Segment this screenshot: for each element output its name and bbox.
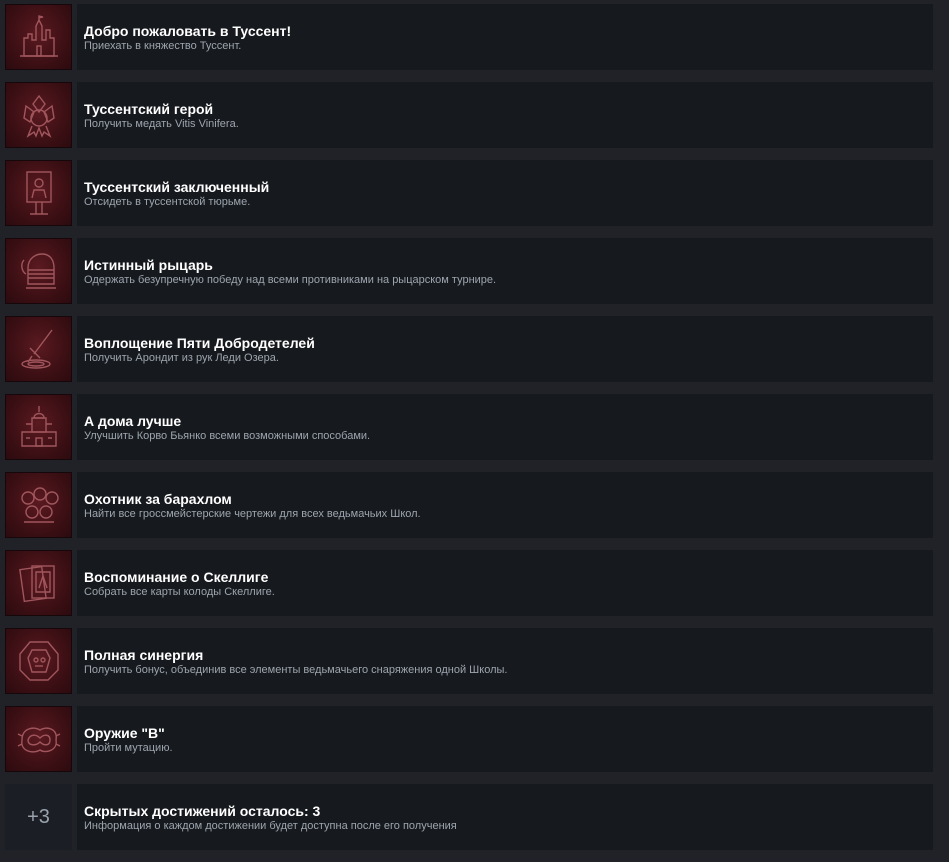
achievement-row: Охотник за барахлом Найти все гроссмейст… xyxy=(0,472,949,538)
villa-icon xyxy=(20,406,57,447)
achievement-icon-box xyxy=(5,82,72,148)
achievement-title: Туссентский заключенный xyxy=(84,179,270,195)
achievement-text: Полная синергия Получить бонус, объедини… xyxy=(77,628,933,694)
achievement-icon-box xyxy=(5,238,72,304)
hidden-count-box: +3 xyxy=(5,784,72,850)
achievement-description: Получить Арондит из рук Леди Озера. xyxy=(84,352,279,364)
achievement-description: Одержать безупречную победу над всеми пр… xyxy=(84,274,497,286)
achievement-description: Получить медать Vitis Vinifera. xyxy=(84,118,239,130)
castle-icon xyxy=(19,15,58,57)
achievement-title: Оружие "В" xyxy=(84,725,165,741)
achievement-title: Воспоминание о Скеллиге xyxy=(84,569,269,585)
sword-in-lake-icon xyxy=(20,329,53,369)
achievement-description: Пройти мутацию. xyxy=(84,742,173,754)
scrolls-icon xyxy=(20,487,59,523)
achievement-title: Добро пожаловать в Туссент! xyxy=(84,23,292,39)
achievement-text: Оружие "В" Пройти мутацию. xyxy=(77,706,933,772)
achievements-list: Добро пожаловать в Туссент! Приехать в к… xyxy=(0,0,949,862)
achievement-icon-box xyxy=(5,394,72,460)
achievement-icon-box xyxy=(5,316,72,382)
achievement-title: Полная синергия xyxy=(84,647,204,663)
achievement-row: Воспоминание о Скеллиге Собрать все карт… xyxy=(0,550,949,616)
achievement-icon-box xyxy=(5,628,72,694)
achievement-row: Оружие "В" Пройти мутацию. xyxy=(0,706,949,772)
knight-helmet-icon xyxy=(20,253,56,289)
achievement-description: Улучшить Корво Бьянко всеми возможными с… xyxy=(84,430,371,442)
achievement-icon-box xyxy=(5,160,72,226)
achievement-description: Получить бонус, объединив все элементы в… xyxy=(84,664,508,676)
achievement-text: Добро пожаловать в Туссент! Приехать в к… xyxy=(77,4,933,70)
achievement-icon-box xyxy=(5,4,72,70)
achievement-text: Охотник за барахлом Найти все гроссмейст… xyxy=(77,472,933,538)
achievement-text: Истинный рыцарь Одержать безупречную поб… xyxy=(77,238,933,304)
achievement-icon-box xyxy=(5,472,72,538)
prisoner-icon xyxy=(25,171,52,215)
achievement-row: Туссентский заключенный Отсидеть в туссе… xyxy=(0,160,949,226)
achievement-title: А дома лучше xyxy=(84,413,182,429)
achievement-description: Собрать все карты колоды Скеллиге. xyxy=(84,586,275,598)
hidden-achievements-row: +3 Скрытых достижений осталось: 3 Информ… xyxy=(0,784,949,850)
achievement-icon-box xyxy=(5,550,72,616)
achievement-row: Полная синергия Получить бонус, объедини… xyxy=(0,628,949,694)
witcher-gear-icon xyxy=(18,641,59,681)
achievement-text: Воплощение Пяти Добродетелей Получить Ар… xyxy=(77,316,933,382)
hidden-achievements-description: Информация о каждом достижении будет дос… xyxy=(84,820,457,832)
medal-icon xyxy=(22,94,55,138)
hidden-count: +3 xyxy=(27,805,50,828)
achievement-row: Добро пожаловать в Туссент! Приехать в к… xyxy=(0,4,949,70)
achievement-text: Воспоминание о Скеллиге Собрать все карт… xyxy=(77,550,933,616)
hidden-achievements-title: Скрытых достижений осталось: 3 xyxy=(84,803,321,819)
achievement-title: Истинный рыцарь xyxy=(84,257,213,273)
mutation-icon xyxy=(17,727,60,753)
achievement-text: Туссентский заключенный Отсидеть в туссе… xyxy=(77,160,933,226)
achievement-row: Воплощение Пяти Добродетелей Получить Ар… xyxy=(0,316,949,382)
achievement-icon-box xyxy=(5,706,72,772)
cards-icon xyxy=(18,565,55,603)
achievement-text: А дома лучше Улучшить Корво Бьянко всеми… xyxy=(77,394,933,460)
achievement-description: Приехать в княжество Туссент. xyxy=(84,40,242,52)
achievement-text: Скрытых достижений осталось: 3 Информаци… xyxy=(77,784,933,850)
achievement-row: А дома лучше Улучшить Корво Бьянко всеми… xyxy=(0,394,949,460)
achievement-title: Охотник за барахлом xyxy=(84,491,232,507)
achievement-row: Истинный рыцарь Одержать безупречную поб… xyxy=(0,238,949,304)
achievement-title: Туссентский герой xyxy=(84,101,214,117)
achievement-text: Туссентский герой Получить медать Vitis … xyxy=(77,82,933,148)
achievement-description: Найти все гроссмейстерские чертежи для в… xyxy=(84,508,421,520)
achievement-title: Воплощение Пяти Добродетелей xyxy=(84,335,315,351)
achievement-description: Отсидеть в туссентской тюрьме. xyxy=(84,196,251,208)
achievement-row: Туссентский герой Получить медать Vitis … xyxy=(0,82,949,148)
